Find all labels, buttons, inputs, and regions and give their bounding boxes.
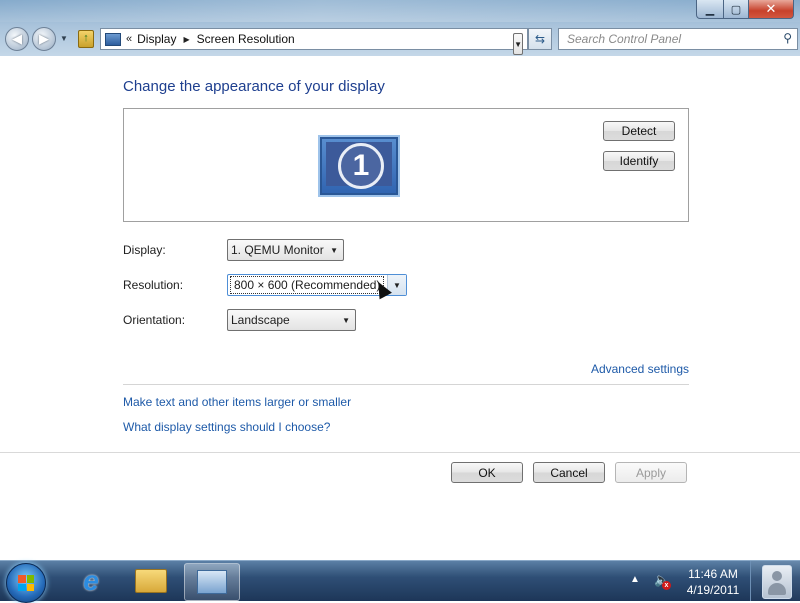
start-button[interactable] xyxy=(6,563,46,603)
show-desktop-area[interactable] xyxy=(750,561,800,601)
taskbar: e ▲ 🔈 x 11:46 AM 4/19/2011 xyxy=(0,560,800,603)
apply-button[interactable]: Apply xyxy=(615,462,687,483)
taskbar-control-panel[interactable] xyxy=(184,563,240,601)
search-input[interactable] xyxy=(565,29,769,49)
show-hidden-icons-icon[interactable]: ▲ xyxy=(630,574,640,585)
display-select[interactable]: 1. QEMU Monitor ▼ xyxy=(227,239,344,261)
address-overflow-chevron-icon[interactable]: « xyxy=(126,33,132,45)
display-preview-panel: 1 Detect Identify xyxy=(123,108,689,222)
chevron-down-icon: ▼ xyxy=(393,281,401,290)
chevron-down-icon: ▼ xyxy=(342,316,350,325)
search-icon[interactable]: ⚲ xyxy=(783,31,792,45)
forward-icon: ▶ xyxy=(39,31,49,46)
back-icon: ◀ xyxy=(12,31,22,46)
recent-pages-dropdown-icon[interactable]: ▼ xyxy=(60,34,68,43)
display-select-value: 1. QEMU Monitor xyxy=(231,243,324,257)
divider xyxy=(123,384,689,385)
taskbar-internet-explorer[interactable]: e xyxy=(64,563,118,599)
identify-button[interactable]: Identify xyxy=(603,151,675,171)
display-settings-help-link[interactable]: What display settings should I choose? xyxy=(123,420,330,434)
orientation-select[interactable]: Landscape ▼ xyxy=(227,309,356,331)
main-content: Change the appearance of your display 1 … xyxy=(0,56,800,560)
clock-time: 11:46 AM xyxy=(688,567,738,581)
caption-buttons: ▁ ▢ ✕ xyxy=(696,0,794,19)
up-folder-icon[interactable]: ↑ xyxy=(78,30,94,48)
chevron-down-icon: ▼ xyxy=(330,246,338,255)
address-dropdown-icon[interactable]: ▼ xyxy=(513,33,523,55)
search-box[interactable]: ⚲ xyxy=(558,28,798,50)
advanced-settings-link[interactable]: Advanced settings xyxy=(591,362,689,376)
taskbar-windows-explorer[interactable] xyxy=(124,563,178,599)
monitor-number-badge: 1 xyxy=(338,143,384,189)
clock[interactable]: 11:46 AM 4/19/2011 xyxy=(682,566,744,598)
orientation-select-value: Landscape xyxy=(231,313,290,327)
divider xyxy=(0,452,800,453)
minimize-button[interactable]: ▁ xyxy=(696,0,724,19)
control-panel-icon xyxy=(105,32,121,46)
resolution-label: Resolution: xyxy=(123,278,184,292)
windows-logo-icon xyxy=(18,575,34,591)
text-size-link[interactable]: Make text and other items larger or smal… xyxy=(123,395,351,409)
clock-date: 4/19/2011 xyxy=(686,583,740,597)
address-bar[interactable]: « Display ▶ Screen Resolution ▼ xyxy=(100,28,528,55)
forward-button[interactable]: ▶ xyxy=(32,27,56,51)
back-button[interactable]: ◀ xyxy=(5,27,29,51)
refresh-icon: ⇆ xyxy=(534,32,546,46)
breadcrumb-display[interactable]: Display xyxy=(137,32,176,46)
maximize-button[interactable]: ▢ xyxy=(724,0,749,19)
orientation-label: Orientation: xyxy=(123,313,186,327)
detect-button[interactable]: Detect xyxy=(603,121,675,141)
refresh-button[interactable]: ⇆ xyxy=(528,28,552,50)
monitor-icon[interactable]: 1 xyxy=(318,135,400,197)
control-panel-icon xyxy=(197,570,227,594)
page-title: Change the appearance of your display xyxy=(123,78,385,95)
resolution-select-value: 800 × 600 (Recommended) xyxy=(230,276,385,294)
breadcrumb-screen-resolution[interactable]: Screen Resolution xyxy=(197,32,295,46)
close-button[interactable]: ✕ xyxy=(749,0,794,19)
folder-icon xyxy=(135,569,167,593)
muted-badge-icon: x xyxy=(662,581,671,590)
internet-explorer-icon: e xyxy=(83,565,99,596)
cancel-button[interactable]: Cancel xyxy=(533,462,605,483)
breadcrumb-arrow-icon[interactable]: ▶ xyxy=(183,35,189,44)
display-label: Display: xyxy=(123,243,166,257)
ok-button[interactable]: OK xyxy=(451,462,523,483)
window-chrome: ▁ ▢ ✕ ◀ ▶ ▼ ↑ « Display ▶ Screen Resolut… xyxy=(0,0,800,56)
user-icon xyxy=(762,565,792,599)
